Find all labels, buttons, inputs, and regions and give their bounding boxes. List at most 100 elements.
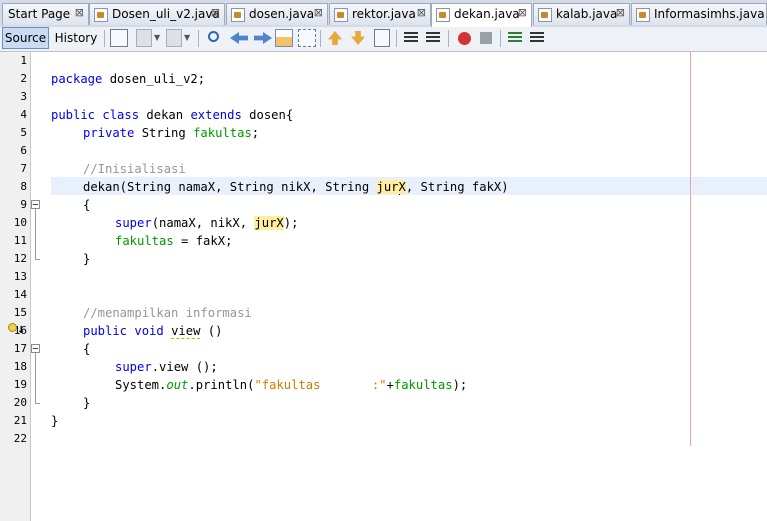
tab-close-icon[interactable]: ⊠: [75, 6, 84, 19]
tab-label: Start Page: [8, 7, 71, 21]
tab-start-page[interactable]: Start Page ⊠: [2, 3, 89, 25]
code-line-15: //menampilkan informasi: [83, 306, 252, 320]
java-file-icon: [94, 8, 108, 22]
code-line-9: {: [83, 198, 91, 212]
line-number: 22: [13, 432, 27, 445]
code-text: (namaX, nikX,: [151, 216, 255, 230]
lightbulb-icon: [8, 323, 17, 332]
code-line-16: public void view (): [51, 322, 222, 340]
code-line-8: dekan(String namaX, String nikX, String …: [51, 178, 509, 196]
tab-kalab[interactable]: kalab.java ⊠: [533, 3, 630, 25]
line-number: 20: [13, 396, 27, 409]
code-line-2: package dosen_uli_v2;: [51, 70, 205, 88]
history-button[interactable]: History: [53, 27, 99, 49]
code-line-7: //Inisialisasi: [83, 162, 186, 176]
toolbar-separator: [500, 30, 501, 47]
line-number: 9: [20, 198, 27, 211]
fold-guide: [35, 353, 36, 403]
right-margin-line: [690, 52, 691, 446]
comment-icon[interactable]: [508, 32, 522, 44]
tab-dosen-uli-v2[interactable]: Dosen_uli_v2.java ⊠: [89, 3, 225, 25]
tab-rektor[interactable]: rektor.java ⊠: [329, 3, 431, 25]
chevron-down-icon[interactable]: ▼: [154, 33, 162, 51]
java-file-icon: [334, 8, 348, 22]
code-text: (): [200, 324, 223, 338]
code-line-5: private String fakultas;: [51, 124, 259, 142]
code-text: System.: [115, 378, 167, 392]
find-icon[interactable]: [208, 31, 219, 42]
tab-dekan[interactable]: dekan.java ⊠: [431, 3, 532, 27]
line-number: 12: [13, 252, 27, 265]
java-file-icon: [436, 8, 450, 22]
code-text: , String fakX): [405, 180, 509, 194]
tab-label: dekan.java: [454, 7, 520, 21]
code-text: dekan: [139, 108, 191, 122]
line-number: 13: [13, 270, 27, 283]
field-name: fakultas: [193, 126, 252, 140]
tab-close-icon[interactable]: ⊠: [211, 6, 220, 19]
tab-informasimhs[interactable]: Informasimhs.java: [631, 3, 767, 25]
code-line-19: System.out.println("fakultas :"+fakultas…: [51, 376, 467, 394]
find-previous-icon[interactable]: [230, 32, 248, 44]
java-file-icon: [231, 8, 245, 22]
toggle-highlight-icon[interactable]: [275, 29, 293, 47]
code-text: ;: [251, 126, 260, 140]
chevron-down-icon[interactable]: ▼: [184, 33, 192, 51]
start-macro-recording-icon[interactable]: [458, 32, 471, 45]
fold-collapse-icon[interactable]: [31, 344, 40, 353]
tab-close-icon[interactable]: ⊠: [616, 6, 625, 19]
code-text: .println(: [188, 378, 255, 392]
line-number: 10: [13, 216, 27, 229]
keyword: class: [102, 108, 140, 122]
static-field: out: [166, 378, 189, 392]
line-number: 14: [13, 288, 27, 301]
back-icon[interactable]: [136, 29, 152, 47]
tab-dosen[interactable]: dosen.java ⊠: [226, 3, 328, 25]
string-literal: "fakultas :": [254, 378, 387, 392]
fold-collapse-icon[interactable]: [31, 200, 40, 209]
tab-close-icon[interactable]: ⊠: [518, 6, 527, 19]
field-name: fakultas: [115, 234, 174, 248]
line-number: 2: [20, 72, 27, 85]
editor-tab-bar: Start Page ⊠ Dosen_uli_v2.java ⊠ dosen.j…: [0, 0, 767, 28]
java-file-icon: [538, 8, 552, 22]
tab-label: dosen.java: [249, 7, 315, 21]
toggle-bookmark-icon[interactable]: [374, 29, 390, 47]
keyword: extends: [190, 108, 242, 122]
code-line-12: }: [83, 252, 91, 266]
tab-close-icon[interactable]: ⊠: [417, 6, 426, 19]
line-number: 4: [20, 108, 27, 121]
toolbar-separator: [396, 30, 397, 47]
editor-toolbar: Source History ▼ ▼: [0, 27, 767, 52]
tab-close-icon[interactable]: ⊠: [314, 6, 323, 19]
forward-icon[interactable]: [166, 29, 182, 47]
line-number: 15: [13, 306, 27, 319]
fold-guide-end: [35, 259, 40, 260]
method-name: view: [171, 324, 201, 339]
override-hint-icon[interactable]: ↓: [8, 323, 25, 336]
toggle-rect-selection-icon[interactable]: [298, 29, 316, 47]
source-button[interactable]: Source: [2, 27, 49, 49]
line-number: 6: [20, 144, 27, 157]
stop-macro-recording-icon[interactable]: [480, 32, 492, 44]
find-next-icon[interactable]: [254, 32, 272, 44]
code-line-10: super(namaX, nikX, jurX);: [51, 214, 298, 232]
uncomment-icon[interactable]: [530, 32, 544, 44]
marked-occurrence: X: [398, 180, 406, 194]
line-number: 18: [13, 360, 27, 373]
next-bookmark-icon[interactable]: [351, 31, 365, 45]
tab-label: Informasimhs.java: [654, 7, 765, 21]
code-text: String: [134, 126, 194, 140]
code-text: +: [386, 378, 394, 392]
code-text: = fakX;: [173, 234, 233, 248]
field-name: fakultas: [393, 378, 453, 392]
line-number: 1: [20, 54, 27, 67]
last-edit-icon[interactable]: [110, 29, 128, 47]
java-file-icon: [636, 8, 650, 22]
line-number: 3: [20, 90, 27, 103]
shift-left-icon[interactable]: [404, 32, 418, 44]
previous-bookmark-icon[interactable]: [328, 31, 342, 45]
line-number: 7: [20, 162, 27, 175]
shift-right-icon[interactable]: [426, 32, 440, 44]
code-text: dekan(String namaX, String nikX, String: [83, 180, 377, 194]
